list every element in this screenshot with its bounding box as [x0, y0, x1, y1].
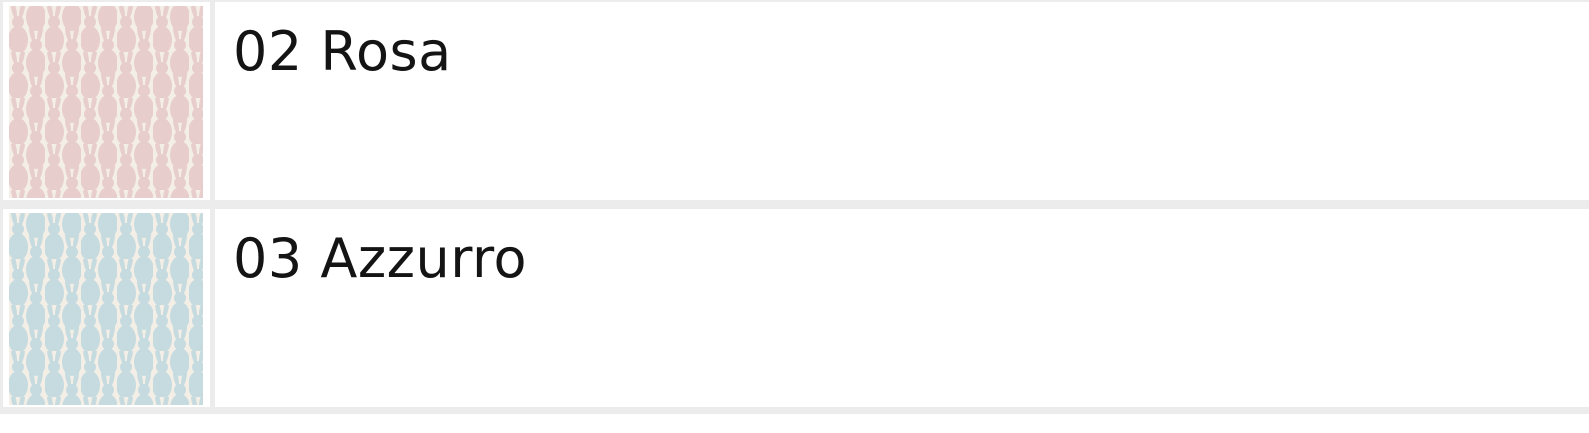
name-cell: 02 Rosa	[215, 2, 1589, 200]
azzurro-swatch-image[interactable]	[9, 213, 203, 405]
swatch-cell	[3, 209, 210, 407]
variant-row-rosa[interactable]: 02 Rosa	[0, 2, 1589, 200]
rabbit-pattern-icon	[9, 213, 203, 405]
variant-row-azzurro[interactable]: 03 Azzurro	[0, 209, 1589, 407]
rosa-swatch-image[interactable]	[9, 6, 203, 198]
name-cell: 03 Azzurro	[215, 209, 1589, 407]
rabbit-pattern-icon	[9, 6, 203, 198]
color-variant-table: 02 Rosa 03 Azzurro	[0, 0, 1589, 414]
swatch-cell	[3, 2, 210, 200]
variant-name[interactable]: 02 Rosa	[233, 16, 452, 88]
variant-name[interactable]: 03 Azzurro	[233, 223, 527, 295]
